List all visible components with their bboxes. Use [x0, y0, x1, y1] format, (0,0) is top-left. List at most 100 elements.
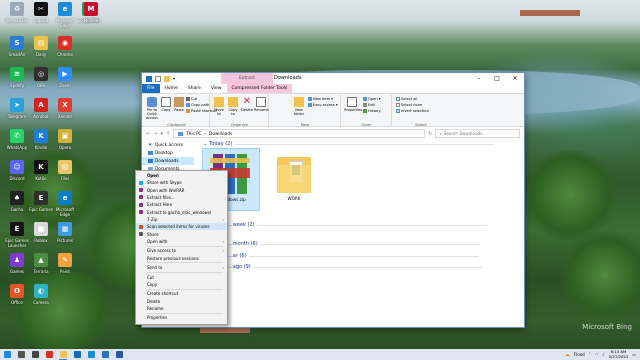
desktop-icon[interactable]: K Kotlin	[28, 160, 54, 181]
desktop-icon[interactable]: ✆ WhatsApp	[4, 129, 30, 150]
open-button[interactable]: Open ▾	[363, 97, 381, 101]
desktop-icon[interactable]: A Acrobat	[28, 98, 54, 119]
maximize-button[interactable]: □	[488, 73, 506, 84]
back-arrow-icon[interactable]: ←	[146, 131, 150, 137]
desktop-icon[interactable]: ◎ OBS	[28, 67, 54, 88]
menu-item[interactable]: Send to ›	[136, 264, 227, 271]
menu-item[interactable]: Delete	[136, 298, 227, 305]
desktop-icon[interactable]: ▣ Opera	[52, 129, 78, 150]
desktop-icon[interactable]: ☺ Discord	[4, 160, 30, 181]
copy-button[interactable]: Copy	[160, 97, 172, 112]
cut-button[interactable]: Cut	[186, 97, 197, 101]
search-input[interactable]: ⌕ Search Downloads	[435, 129, 520, 138]
group-header-long-ago[interactable]: ...ago (9)	[228, 264, 483, 270]
weather-icon[interactable]: ☁	[565, 352, 570, 358]
nav-item-quick-access[interactable]: ★ Quick access	[142, 141, 194, 149]
edge-icon[interactable]	[84, 349, 98, 360]
file-explorer-icon[interactable]	[56, 349, 70, 360]
group-header-last-week[interactable]: ...week (2)	[228, 222, 487, 228]
desktop-icon[interactable]: M McAfee	[78, 2, 104, 23]
new-folder-button[interactable]: New folder	[292, 97, 306, 116]
group-header-last-month[interactable]: ...month (6)	[228, 241, 480, 247]
store-icon[interactable]	[70, 349, 84, 360]
new-item-button[interactable]: New item ▾	[308, 97, 333, 101]
tab-view[interactable]: View	[206, 84, 227, 93]
select-all-button[interactable]: Select all	[396, 97, 417, 101]
chevron-down-icon[interactable]: ▾	[173, 76, 179, 82]
desktop-icon[interactable]: X Xender	[52, 98, 78, 119]
desktop-icon[interactable]: ▶ Zoom	[52, 67, 78, 88]
word-icon[interactable]	[112, 349, 126, 360]
desktop-icon[interactable]: ♠ Gacha	[4, 191, 30, 212]
desktop-icon[interactable]: ➤ Telegram	[4, 98, 30, 119]
delete-button[interactable]: ✕ Delete	[241, 97, 253, 113]
new-folder-icon[interactable]	[164, 75, 170, 82]
desktop-icon[interactable]: ■ Roblox	[28, 222, 54, 243]
tab-home[interactable]: Home	[160, 84, 183, 93]
folder-item-work[interactable]: WORK	[272, 148, 316, 211]
rename-button[interactable]: Rename	[254, 97, 269, 112]
edit-button[interactable]: Edit	[363, 103, 375, 107]
move-to-button[interactable]: Move to	[213, 97, 225, 116]
menu-item[interactable]: Extract to gacha_mac_windows\	[136, 208, 227, 215]
task-view-icon[interactable]	[28, 349, 42, 360]
desktop-icon[interactable]: ▤ Daily	[28, 36, 54, 57]
refresh-icon[interactable]: ↻	[428, 131, 432, 137]
volume-icon[interactable]: ♪	[602, 352, 605, 357]
desktop-icon[interactable]: ✎ Paint	[52, 253, 78, 274]
desktop-icon[interactable]: E Epic Games	[28, 191, 54, 212]
properties-button[interactable]: Properties	[344, 97, 362, 112]
invert-selection-button[interactable]: Invert selection	[396, 109, 429, 113]
menu-item[interactable]: Cut	[136, 273, 227, 280]
menu-item[interactable]: Rename	[136, 305, 227, 312]
menu-item[interactable]: 7-Zip ›	[136, 216, 227, 223]
history-button[interactable]: History	[363, 109, 381, 113]
desktop-icon[interactable]: ◐ Camera	[28, 284, 54, 305]
clock[interactable]: 8:13 AM 5/27/2023	[609, 349, 628, 359]
menu-item[interactable]: Create shortcut	[136, 290, 227, 297]
desktop-icon[interactable]: ♟ Games	[4, 253, 30, 274]
extract-context-tab[interactable]: Extract	[221, 73, 273, 84]
copy-to-button[interactable]: Copy to	[227, 97, 239, 116]
menu-item[interactable]: Open	[136, 172, 227, 179]
easy-access-button[interactable]: Easy access ▾	[308, 103, 338, 107]
start-icon[interactable]	[0, 349, 14, 360]
desktop-icon[interactable]: ✂ CapCut	[28, 2, 54, 23]
menu-item[interactable]: Give access to ›	[136, 247, 227, 254]
tab-file[interactable]: File	[142, 84, 160, 93]
weather-text[interactable]: Flood	[574, 352, 585, 357]
properties-icon[interactable]	[155, 75, 161, 82]
tab-share[interactable]: Share	[183, 84, 206, 93]
menu-item[interactable]: Extract files...	[136, 194, 227, 201]
desktop-icon[interactable]: O Office	[4, 284, 30, 305]
nav-item-desktop[interactable]: Desktop	[142, 149, 194, 157]
menu-item[interactable]: Extract Here	[136, 201, 227, 208]
breadcrumb-downloads[interactable]: Downloads	[209, 131, 232, 136]
desktop-icon[interactable]: ≋ Spotify	[4, 67, 30, 88]
menu-item[interactable]: Share with Skype	[136, 179, 227, 186]
minimize-button[interactable]: –	[470, 73, 488, 84]
tab-compressed-folder-tools[interactable]: Compressed Folder Tools	[226, 84, 293, 93]
desktop-icon[interactable]: ▲ Terraria	[28, 253, 54, 274]
forward-arrow-icon[interactable]: →	[153, 131, 157, 137]
chrome-icon[interactable]	[42, 349, 56, 360]
chevron-up-icon[interactable]: ˄	[589, 352, 591, 357]
mail-icon[interactable]	[98, 349, 112, 360]
close-button[interactable]: ✕	[506, 73, 524, 84]
address-bar[interactable]: This PC › Downloads	[173, 129, 426, 138]
desktop-icon[interactable]: S SmadAV	[4, 36, 30, 57]
desktop-icon[interactable]: ▦ Pictures	[52, 222, 78, 243]
menu-item[interactable]: Scan selected items for viruses	[136, 223, 227, 231]
menu-item[interactable]: Properties	[136, 314, 227, 321]
pin-to-quick-access-button[interactable]: Pin to Quick access	[145, 97, 159, 120]
recent-chevron-icon[interactable]: ▾	[160, 131, 163, 137]
menu-item[interactable]: Open with WinRAR	[136, 187, 227, 194]
desktop-icon[interactable]: e Microsoft Edge	[52, 2, 78, 28]
desktop-icon[interactable]: ♻ Recycle Bin	[4, 2, 30, 23]
menu-item[interactable]: Open with ›	[136, 238, 227, 245]
network-icon[interactable]: ◠	[595, 352, 599, 357]
desktop-icon[interactable]: ▤ Files	[52, 160, 78, 181]
title-bar[interactable]: ▾ Extract Downloads – □ ✕	[142, 73, 524, 84]
group-header-earlier-year[interactable]: ...ar (6)	[228, 253, 479, 259]
breadcrumb-this-pc[interactable]: This PC	[186, 131, 201, 136]
